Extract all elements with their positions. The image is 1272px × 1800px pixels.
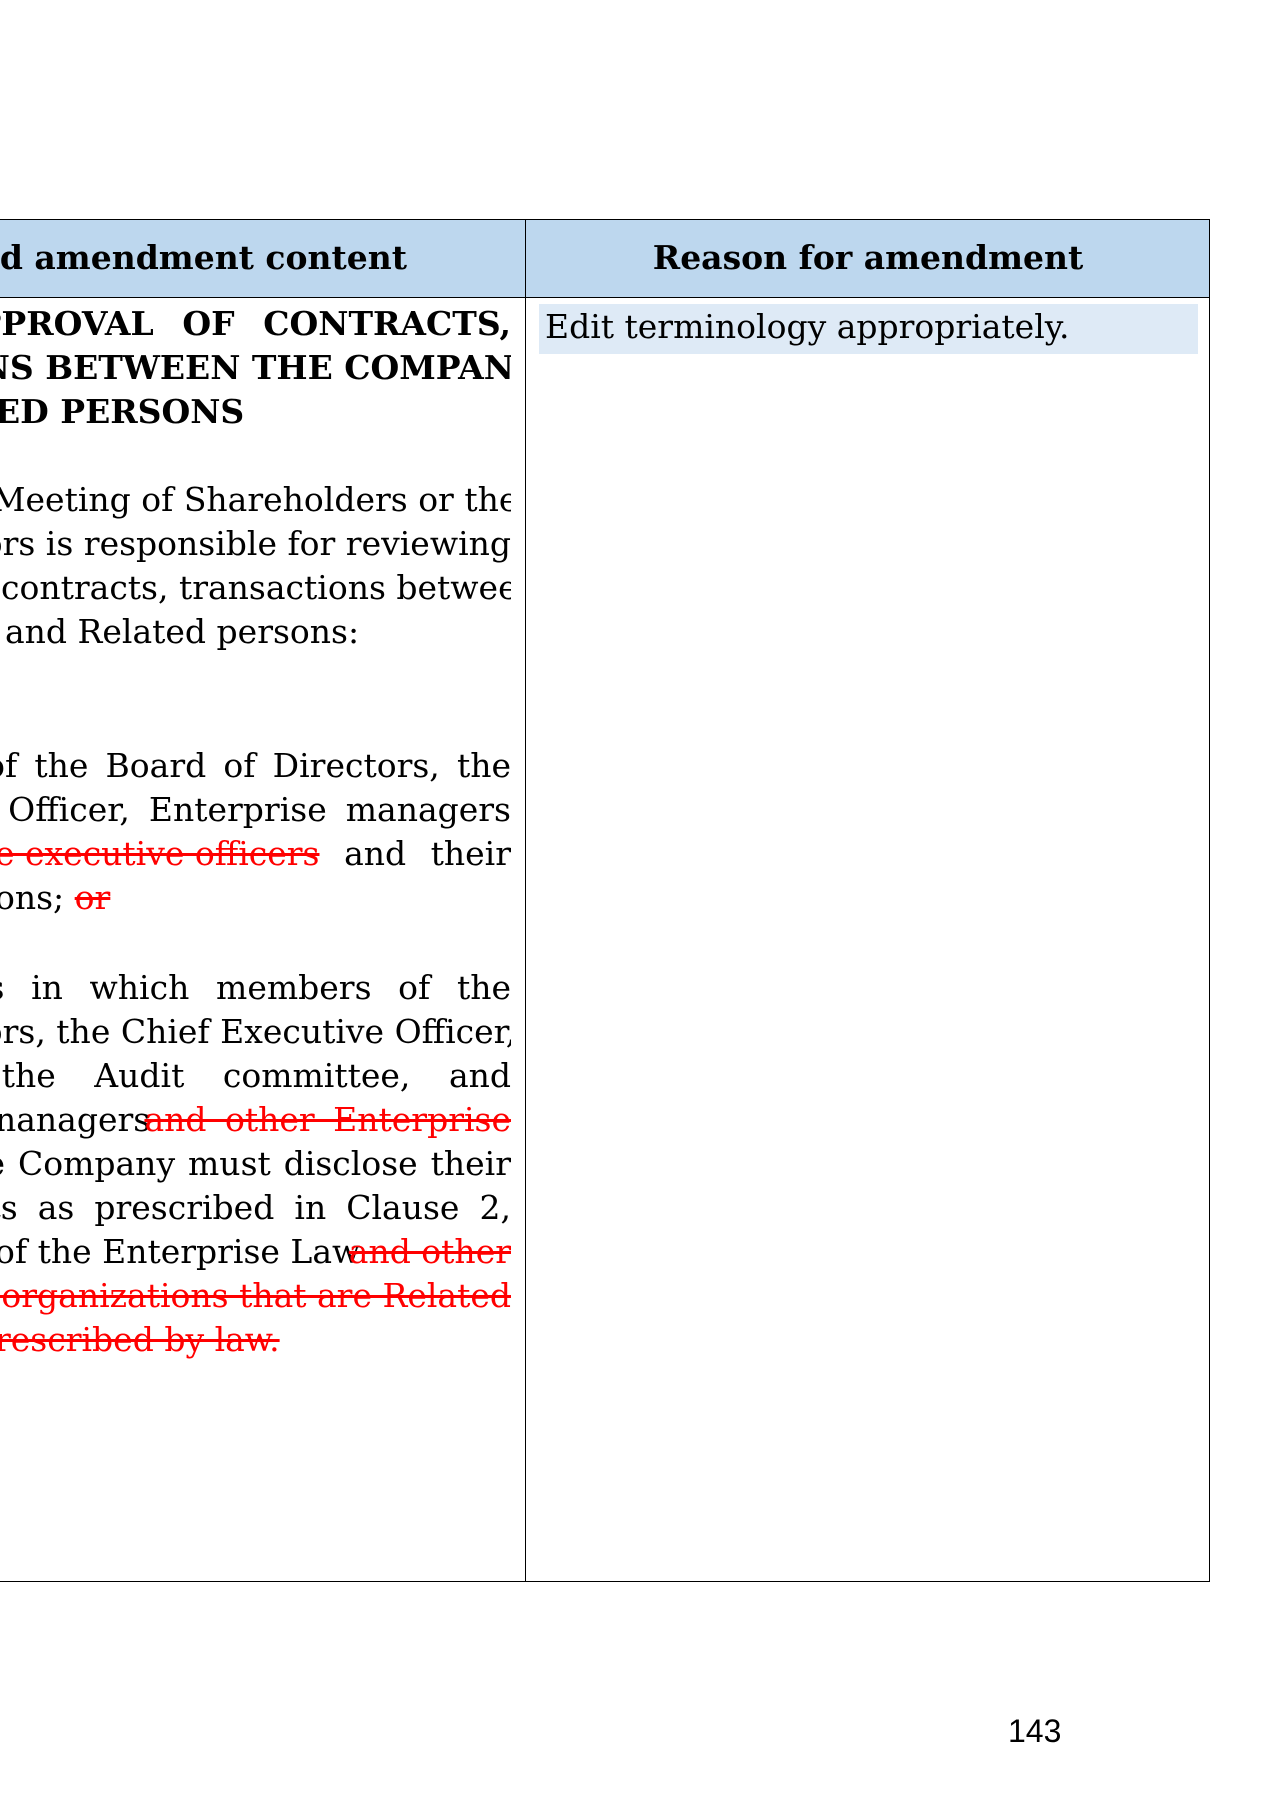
reason-cell: Edit terminology appropriately.: [527, 298, 1209, 1581]
reason-text: Edit terminology appropriately.: [539, 304, 1198, 354]
proposed-text-line: nanagers and other Enterprise: [0, 1098, 511, 1142]
proposed-text-line: and Related persons:: [5, 612, 360, 651]
proposed-text-fragment: and their: [344, 834, 511, 873]
proposed-text-line: ests as prescribed in Clause 2,: [0, 1188, 511, 1227]
proposed-amendment-cell: APPROVAL OF CONTRACTS, ONS BETWEEN THE C…: [0, 298, 511, 1581]
proposed-text-line: ve Officer, Enterprise managers: [0, 790, 511, 829]
header-proposed-amendment: sed amendment content: [0, 220, 525, 296]
deleted-text: nd organizations that are Related: [0, 1276, 511, 1315]
proposed-text-line: ctors, the Chief Executive Officer,: [0, 1012, 511, 1051]
amendment-table: sed amendment content Reason for amendme…: [0, 219, 1210, 1582]
proposed-text-line: ctors is responsible for reviewing: [0, 524, 511, 563]
table-header-row: sed amendment content Reason for amendme…: [0, 220, 1209, 298]
proposed-text-line: contracts, transactions between: [1, 568, 511, 607]
proposed-text-line: al Meeting of Shareholders or the: [0, 480, 511, 519]
proposed-text-line: e executive officers and their: [0, 832, 511, 876]
proposed-text-line: ons; or: [0, 876, 110, 920]
proposed-text-fragment: nanagers: [0, 1100, 151, 1139]
proposed-text-line: ses in which members of the: [0, 968, 511, 1007]
header-reason-for-amendment: Reason for amendment: [652, 238, 1084, 277]
deleted-text: and other Enterprise: [144, 1100, 511, 1139]
column-divider: [525, 220, 526, 1581]
deleted-text: or: [74, 878, 111, 917]
proposed-text-line: the Company must disclose their: [0, 1144, 511, 1183]
deleted-text: and other: [348, 1232, 511, 1271]
proposed-text-line: s of the Board of Directors, the: [0, 746, 511, 785]
deleted-text: rescribed by law.: [0, 1320, 280, 1359]
proposed-heading-line-1: APPROVAL OF CONTRACTS,: [0, 304, 511, 343]
proposed-heading-line-3: ED PERSONS: [0, 392, 245, 431]
proposed-text-fragment: ons;: [0, 878, 75, 917]
proposed-text-line: f the Audit committee, and: [0, 1056, 511, 1095]
proposed-text-fragment: of the Enterprise Law: [0, 1232, 361, 1271]
header-proposed-label: sed amendment content: [0, 238, 407, 277]
page-number: 143: [1008, 1713, 1062, 1749]
proposed-heading-line-2: ONS BETWEEN THE COMPANY: [0, 348, 511, 387]
proposed-text-line: of the Enterprise Law and other: [0, 1230, 511, 1274]
